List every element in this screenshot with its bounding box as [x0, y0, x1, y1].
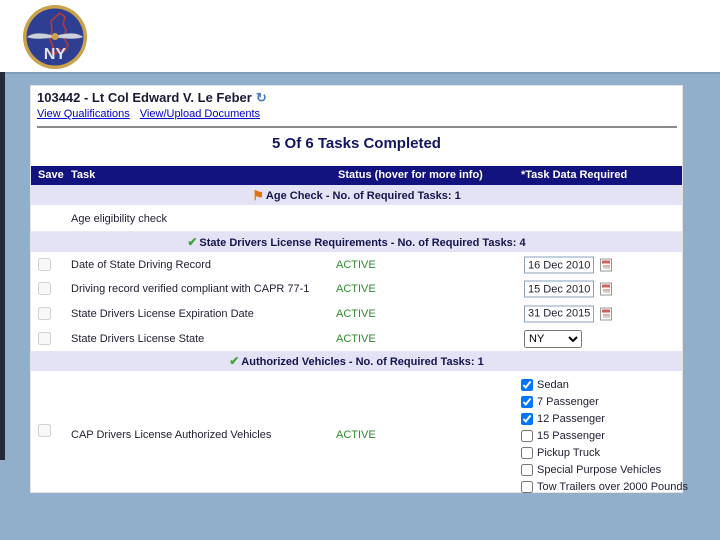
vehicle-option-label: Tow Trailers over 2000 Pounds [537, 480, 689, 493]
license-state-select[interactable]: NY [524, 329, 582, 348]
header-save: Save [38, 169, 64, 181]
table-row: Date of State Driving Record ACTIVE [31, 253, 682, 277]
save-checkbox[interactable] [38, 424, 51, 437]
status-label: ACTIVE [336, 283, 376, 295]
divider [37, 126, 677, 128]
section-drivers-license: ✔ State Drivers License Requirements - No… [31, 232, 682, 253]
vehicle-option-pickup-truck[interactable]: Pickup Truck [521, 444, 688, 461]
vehicle-option-special-purpose[interactable]: Special Purpose Vehicles [521, 461, 688, 478]
logo-text: NY [44, 46, 67, 63]
header-data: *Task Data Required [521, 169, 628, 181]
slide-left-edge [0, 72, 5, 460]
section-title: Authorized Vehicles - No. of Required Ta… [241, 356, 484, 368]
vehicle-option-label: 7 Passenger [537, 395, 599, 408]
section-title: Age Check - No. of Required Tasks: 1 [265, 190, 461, 202]
vehicle-checkbox[interactable] [521, 429, 533, 442]
task-label: Age eligibility check [71, 212, 167, 225]
calendar-icon[interactable] [600, 307, 612, 320]
vehicle-option-tow-trailers[interactable]: Tow Trailers over 2000 Pounds [521, 478, 688, 495]
tasks-completed-summary: 5 Of 6 Tasks Completed [272, 135, 441, 152]
task-data-cell [524, 305, 612, 322]
table-row: State Drivers License State ACTIVE NY [31, 326, 682, 351]
vehicle-option-label: Sedan [537, 378, 569, 391]
vehicle-option-12-passenger[interactable]: 12 Passenger [521, 410, 688, 427]
section-authorized-vehicles: ✔ Authorized Vehicles - No. of Required T… [31, 351, 682, 372]
table-row: CAP Drivers License Authorized Vehicles … [31, 372, 688, 493]
status-label: ACTIVE [336, 307, 376, 320]
header-task: Task [71, 169, 96, 181]
refresh-icon[interactable]: ↻ [256, 90, 267, 105]
calendar-icon[interactable] [600, 282, 612, 296]
vehicle-option-15-passenger[interactable]: 15 Passenger [521, 427, 688, 444]
save-checkbox[interactable] [38, 306, 51, 320]
ny-wing-logo: NY [22, 4, 88, 70]
view-upload-documents-link[interactable]: View/Upload Documents [140, 108, 260, 120]
member-header: 103442 - Lt Col Edward V. Le Feber ↻ [37, 90, 267, 106]
status-label: ACTIVE [336, 332, 376, 345]
save-checkbox[interactable] [38, 331, 51, 345]
header-links: View Qualifications View/Upload Document… [37, 108, 267, 120]
save-checkbox[interactable] [38, 258, 51, 271]
tasks-panel: 103442 - Lt Col Edward V. Le Feber ↻ View… [30, 85, 688, 493]
table-row: Age eligibility check [31, 206, 682, 232]
task-label: State Drivers License Expiration Date [71, 307, 254, 320]
calendar-icon[interactable] [600, 258, 612, 272]
vehicle-option-label: Pickup Truck [537, 446, 600, 459]
view-qualifications-link[interactable]: View Qualifications [37, 108, 130, 120]
header-status: Status (hover for more info) [338, 169, 483, 181]
vehicle-checkbox[interactable] [521, 480, 533, 493]
section-title: State Drivers License Requirements - No.… [199, 237, 526, 249]
vehicle-checkbox[interactable] [521, 378, 533, 391]
ny-wing-logo-image: NY [23, 5, 87, 69]
vehicle-checkbox[interactable] [521, 446, 533, 459]
green-check-icon: ✔ [187, 235, 198, 249]
vehicle-options-list: Sedan 7 Passenger 12 Passenger 15 Passen… [521, 376, 688, 495]
member-name: 103442 - Lt Col Edward V. Le Feber [37, 90, 252, 105]
vehicle-option-7-passenger[interactable]: 7 Passenger [521, 393, 688, 410]
vehicle-option-label: Special Purpose Vehicles [537, 463, 662, 476]
vehicle-option-label: 12 Passenger [537, 412, 605, 425]
vehicle-checkbox[interactable] [521, 395, 533, 408]
status-label: ACTIVE [336, 259, 376, 271]
orange-flag-icon: ⚑ [252, 188, 264, 203]
vehicle-option-label: 15 Passenger [537, 429, 605, 442]
vehicle-checkbox[interactable] [521, 463, 533, 476]
task-label: Driving record verified compliant with C… [71, 283, 310, 295]
table-row: State Drivers License Expiration Date AC… [31, 301, 682, 326]
section-age-check: ⚑ Age Check - No. of Required Tasks: 1 [31, 185, 682, 206]
task-label: Date of State Driving Record [71, 259, 212, 271]
vehicle-option-sedan[interactable]: Sedan [521, 376, 688, 393]
save-checkbox[interactable] [38, 282, 51, 295]
date-input[interactable] [524, 280, 594, 298]
task-data-cell [524, 280, 612, 298]
task-label: CAP Drivers License Authorized Vehicles [71, 429, 272, 441]
task-data-cell [524, 256, 612, 274]
table-row: Driving record verified compliant with C… [31, 277, 682, 301]
date-input[interactable] [524, 305, 594, 322]
green-check-icon: ✔ [229, 354, 240, 368]
vehicle-checkbox[interactable] [521, 412, 533, 425]
status-label: ACTIVE [336, 429, 376, 441]
table-header-row: Save Task Status (hover for more info) *… [31, 166, 682, 185]
task-data-cell: NY [524, 329, 582, 348]
date-input[interactable] [524, 256, 594, 274]
task-label: State Drivers License State [71, 332, 205, 345]
